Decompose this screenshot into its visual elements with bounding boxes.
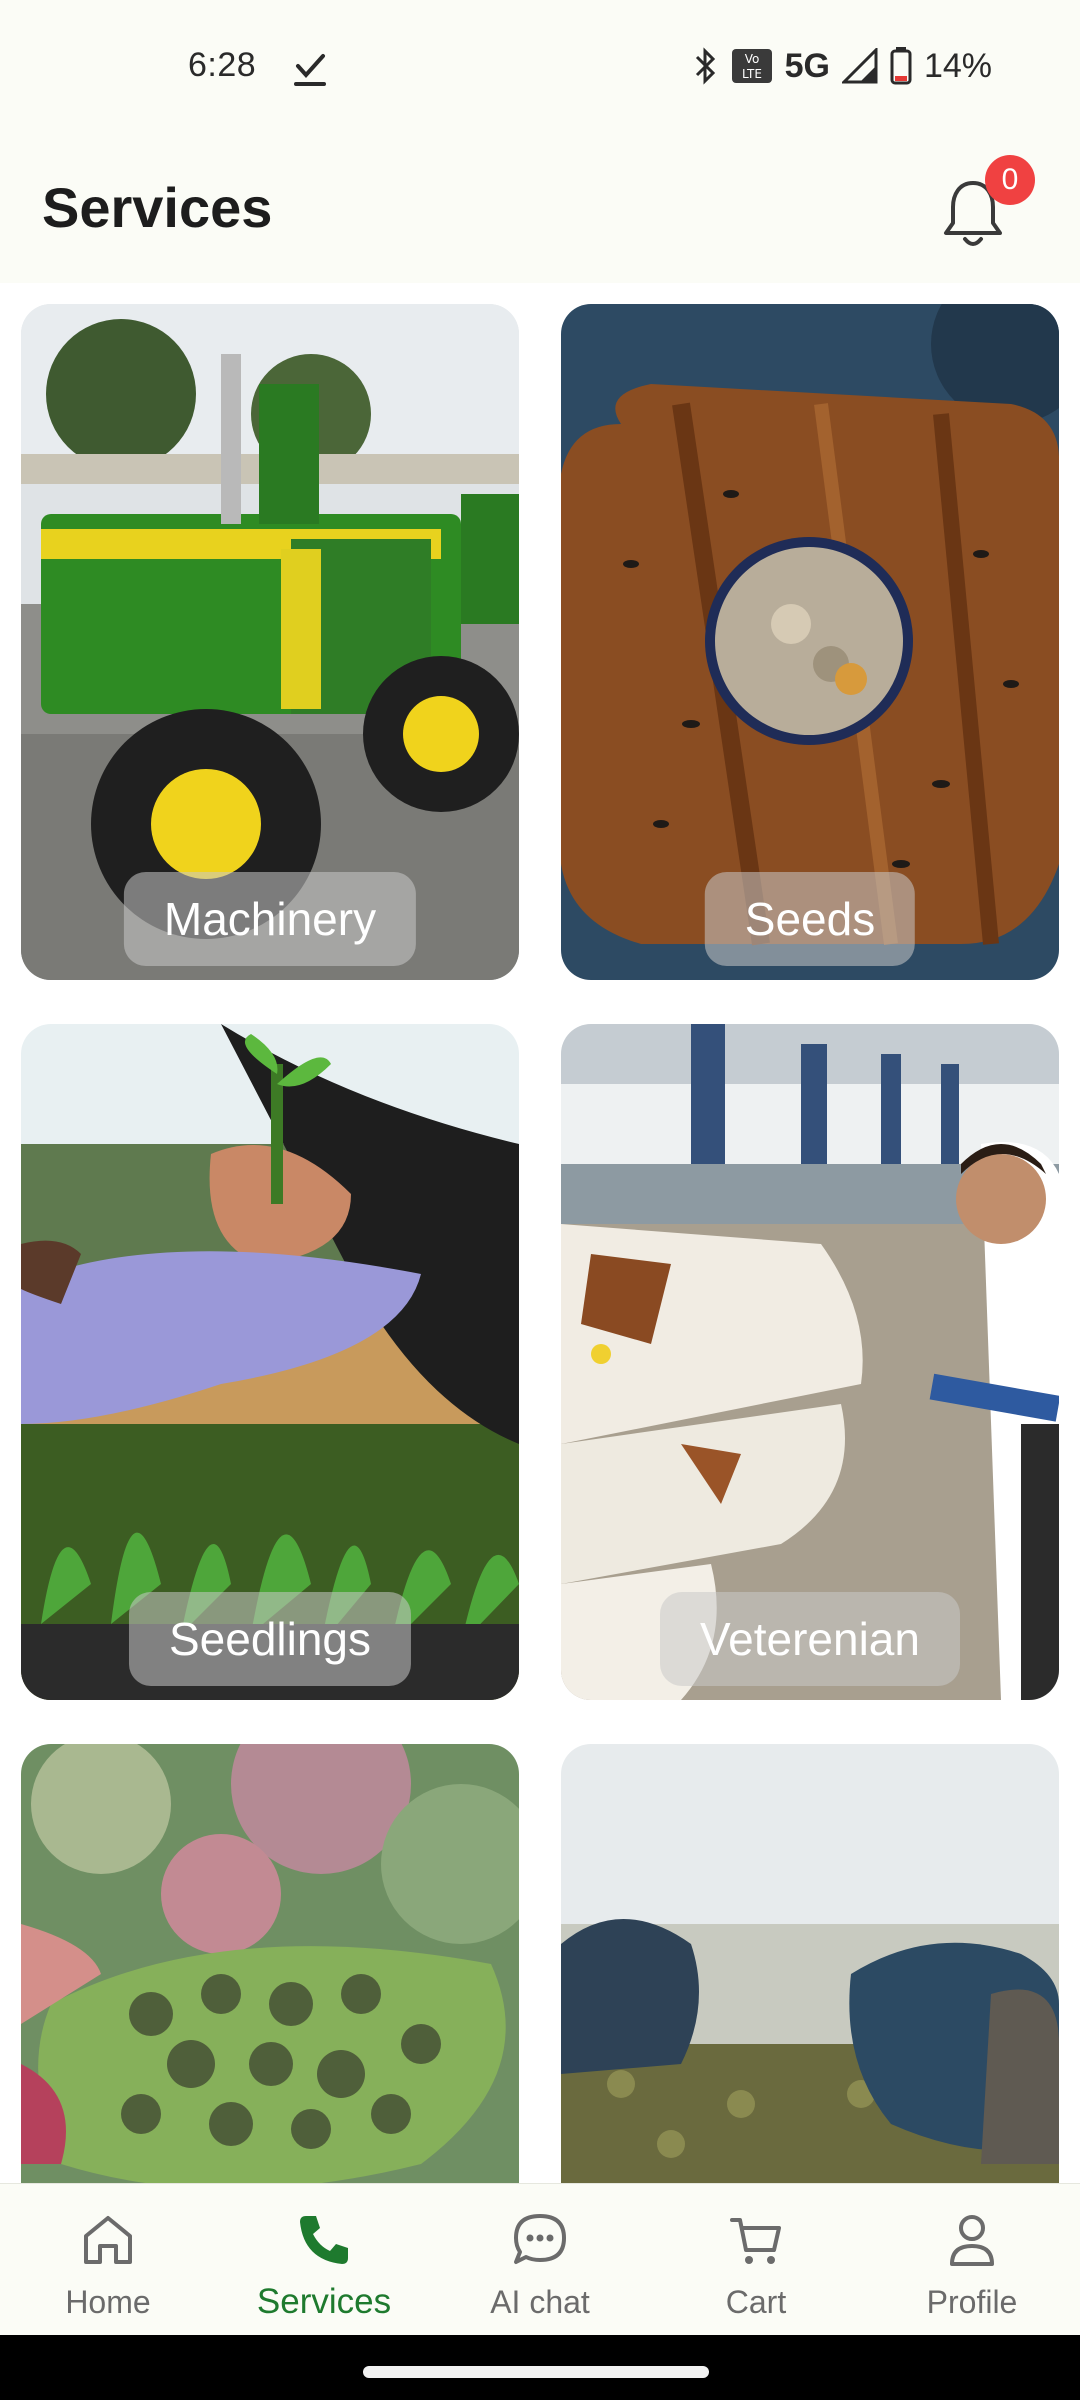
services-grid: Machinery Seeds Seedlings Veterenian — [0, 283, 1080, 2183]
nav-cart-label: Cart — [725, 2284, 787, 2320]
nav-services[interactable]: Services — [216, 2184, 432, 2336]
service-label-seedlings: Seedlings — [128, 1592, 412, 1686]
status-bar: 6:28 Vo LTE 5G 14% — [0, 0, 1080, 135]
status-time: 6:28 — [188, 46, 257, 84]
service-card-seedlings[interactable]: Seedlings — [21, 1024, 519, 1700]
page-title: Services — [42, 176, 273, 239]
battery-icon — [890, 47, 912, 85]
service-label-veterinarian: Veterenian — [660, 1592, 960, 1686]
nav-ai-chat-label: AI chat — [490, 2284, 590, 2320]
profile-icon — [950, 2215, 994, 2266]
app-header: Services — [0, 135, 1080, 283]
bluetooth-icon — [695, 47, 715, 85]
battery-percent: 14% — [923, 46, 992, 85]
plant-disease-image — [21, 1744, 519, 2183]
service-label-machinery: Machinery — [123, 872, 417, 966]
field-work-image — [561, 1744, 1059, 2183]
service-card-machinery[interactable]: Machinery — [21, 304, 519, 980]
cart-icon — [730, 2218, 781, 2264]
status-icons: Vo LTE 5G 14% — [693, 44, 992, 88]
bottom-navigation: Home Services AI chat Cart Profile — [0, 2183, 1080, 2335]
nav-cart[interactable]: Cart — [648, 2184, 864, 2336]
svg-text:Vo: Vo — [744, 52, 759, 66]
signal-icon — [841, 48, 878, 84]
service-label-seeds: Seeds — [704, 872, 916, 966]
network-type: 5G — [784, 46, 830, 85]
nav-profile-label: Profile — [926, 2284, 1018, 2320]
service-card-veterinarian[interactable]: Veterenian — [561, 1024, 1059, 1700]
nav-home-label: Home — [65, 2284, 151, 2320]
chat-icon — [514, 2214, 566, 2264]
download-complete-icon — [294, 54, 326, 86]
volte-icon: Vo LTE — [731, 49, 772, 83]
nav-profile[interactable]: Profile — [864, 2184, 1080, 2336]
service-card-seeds[interactable]: Seeds — [561, 304, 1059, 980]
nav-ai-chat[interactable]: AI chat — [432, 2184, 648, 2336]
home-icon — [84, 2216, 132, 2264]
nav-services-label: Services — [256, 2282, 392, 2321]
home-gesture-handle[interactable] — [363, 2366, 709, 2378]
service-card-plant-disease[interactable] — [21, 1744, 519, 2183]
app-screen: 6:28 Vo LTE 5G 14% Services 0 Machinery … — [0, 0, 1080, 2400]
svg-text:LTE: LTE — [742, 67, 762, 81]
service-card-field-work[interactable] — [561, 1744, 1059, 2183]
notification-badge: 0 — [985, 155, 1035, 205]
phone-icon — [300, 2216, 348, 2264]
nav-home[interactable]: Home — [0, 2184, 216, 2336]
